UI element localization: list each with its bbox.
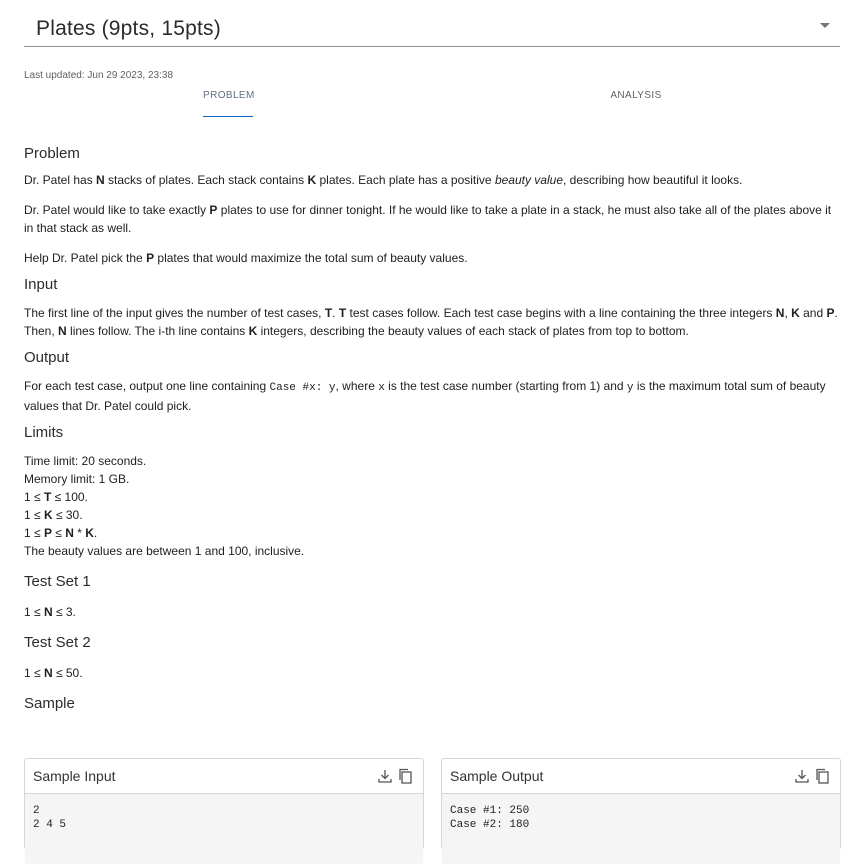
- active-tab-indicator: [203, 116, 253, 117]
- text: is the test case number (starting from 1…: [384, 379, 627, 393]
- memory-limit: Memory limit: 1 GB.: [24, 472, 130, 486]
- var-k: K: [791, 306, 800, 320]
- var-k: K: [85, 526, 94, 540]
- last-updated: Last updated: Jun 29 2023, 23:38: [24, 70, 174, 81]
- download-icon[interactable]: [794, 768, 810, 784]
- sample-output-content[interactable]: Case #1: 250 Case #2: 180: [442, 794, 840, 864]
- text: test cases follow. Each test case begins…: [346, 306, 776, 320]
- copy-icon[interactable]: [397, 768, 413, 784]
- var-p: P: [146, 251, 155, 265]
- output-heading: Output: [24, 349, 70, 366]
- code: x: [378, 382, 385, 394]
- text: ≤ 100.: [51, 490, 88, 504]
- tab-problem-label: PROBLEM: [203, 90, 255, 101]
- text: The first line of the input gives the nu…: [24, 306, 325, 320]
- text: plates that would maximize the total sum…: [154, 251, 468, 265]
- limits-heading: Limits: [24, 424, 64, 441]
- page: Plates (9pts, 15pts) Last updated: Jun 2…: [24, 0, 841, 864]
- text: Dr. Patel would like to take exactly: [24, 203, 210, 217]
- var-k: K: [307, 173, 317, 187]
- text: 1 ≤: [24, 490, 44, 504]
- limits-list: Time limit: 20 seconds. Memory limit: 1 …: [24, 452, 840, 560]
- sample-output-line: Case #2: 180: [450, 819, 530, 831]
- var-n: N: [58, 324, 67, 338]
- var-n: N: [43, 666, 53, 680]
- text: stacks of plates. Each stack contains: [104, 173, 308, 187]
- problem-paragraph-2: Dr. Patel would like to take exactly P p…: [24, 201, 840, 237]
- text: integers, describing the beauty values o…: [257, 324, 689, 338]
- problem-paragraph-1: Dr. Patel has N stacks of plates. Each s…: [24, 171, 840, 189]
- text: ≤ 50.: [52, 666, 83, 680]
- t-constraint: 1 ≤ T ≤ 100.: [24, 488, 840, 506]
- sample-output-line: Case #1: 250: [450, 805, 530, 817]
- text: Help Dr. Patel pick the: [24, 251, 147, 265]
- time-limit: Time limit: 20 seconds.: [24, 454, 147, 468]
- sample-output-box: Sample Output Case #1: 250 Case #2: 180: [441, 758, 841, 864]
- testset1-heading: Test Set 1: [24, 573, 91, 590]
- sample-input-box: Sample Input 2 2 4 5: [24, 758, 424, 864]
- sample-heading: Sample: [24, 695, 75, 712]
- sample-input-header: Sample Input: [25, 759, 423, 794]
- text: Dr. Patel has: [24, 173, 97, 187]
- k-constraint: 1 ≤ K ≤ 30.: [24, 506, 840, 524]
- text: .: [332, 306, 339, 320]
- problem-selector[interactable]: Plates (9pts, 15pts): [24, 0, 840, 47]
- text: , where: [335, 379, 379, 393]
- sample-input-line: 2 4 5: [33, 819, 67, 831]
- sample-input-line: 2: [33, 805, 40, 817]
- emphasis: beauty value: [494, 173, 563, 187]
- input-paragraph: The first line of the input gives the nu…: [24, 304, 840, 340]
- testset1-n-constraint: 1 ≤ N ≤ 3.: [24, 603, 840, 621]
- sample-output-label: Sample Output: [450, 768, 544, 784]
- text: For each test case, output one line cont…: [24, 379, 270, 393]
- text: *: [73, 526, 86, 540]
- tab-bar: PROBLEM ANALYSIS: [24, 90, 840, 120]
- beauty-constraint: The beauty values are between 1 and 100,…: [24, 544, 305, 558]
- input-heading: Input: [24, 276, 58, 293]
- sample-input-label: Sample Input: [33, 768, 116, 784]
- var-p: P: [826, 306, 835, 320]
- var-k: K: [43, 508, 53, 522]
- text: 1 ≤: [24, 605, 44, 619]
- problem-paragraph-3: Help Dr. Patel pick the P plates that wo…: [24, 249, 840, 267]
- page-title: Plates (9pts, 15pts): [36, 17, 221, 40]
- code: Case #x: y: [269, 382, 336, 394]
- download-icon[interactable]: [377, 768, 393, 784]
- tab-analysis-label: ANALYSIS: [610, 90, 662, 101]
- text: lines follow. The i-th line contains: [66, 324, 249, 338]
- p-constraint: 1 ≤ P ≤ N * K.: [24, 524, 840, 542]
- var-n: N: [65, 526, 74, 540]
- output-paragraph: For each test case, output one line cont…: [24, 377, 840, 415]
- var-p: P: [43, 526, 52, 540]
- problem-heading: Problem: [24, 145, 80, 162]
- var-n: N: [96, 173, 105, 187]
- text: 1 ≤: [24, 508, 44, 522]
- problem-statement: Problem Dr. Patel has N stacks of plates…: [24, 140, 840, 717]
- text: 1 ≤: [24, 526, 44, 540]
- testset2-heading: Test Set 2: [24, 634, 91, 651]
- text: plates. Each plate has a positive: [316, 173, 495, 187]
- sample-output-actions: [794, 768, 830, 784]
- testset2-n-constraint: 1 ≤ N ≤ 50.: [24, 664, 840, 682]
- chevron-down-icon[interactable]: [820, 23, 830, 28]
- text: ≤ 3.: [52, 605, 76, 619]
- text: , describing how beautiful it looks.: [563, 173, 743, 187]
- copy-icon[interactable]: [814, 768, 830, 784]
- text: 1 ≤: [24, 666, 44, 680]
- sample-input-actions: [377, 768, 413, 784]
- sample-output-header: Sample Output: [442, 759, 840, 794]
- text: and: [799, 306, 827, 320]
- text: ≤: [51, 526, 66, 540]
- tab-problem[interactable]: PROBLEM: [203, 90, 255, 117]
- sample-input-content[interactable]: 2 2 4 5: [25, 794, 423, 864]
- var-n: N: [43, 605, 53, 619]
- tab-analysis[interactable]: ANALYSIS: [609, 90, 663, 101]
- var-k: K: [248, 324, 258, 338]
- code: y: [626, 382, 634, 394]
- text: ≤ 30.: [52, 508, 83, 522]
- text: .: [93, 526, 98, 540]
